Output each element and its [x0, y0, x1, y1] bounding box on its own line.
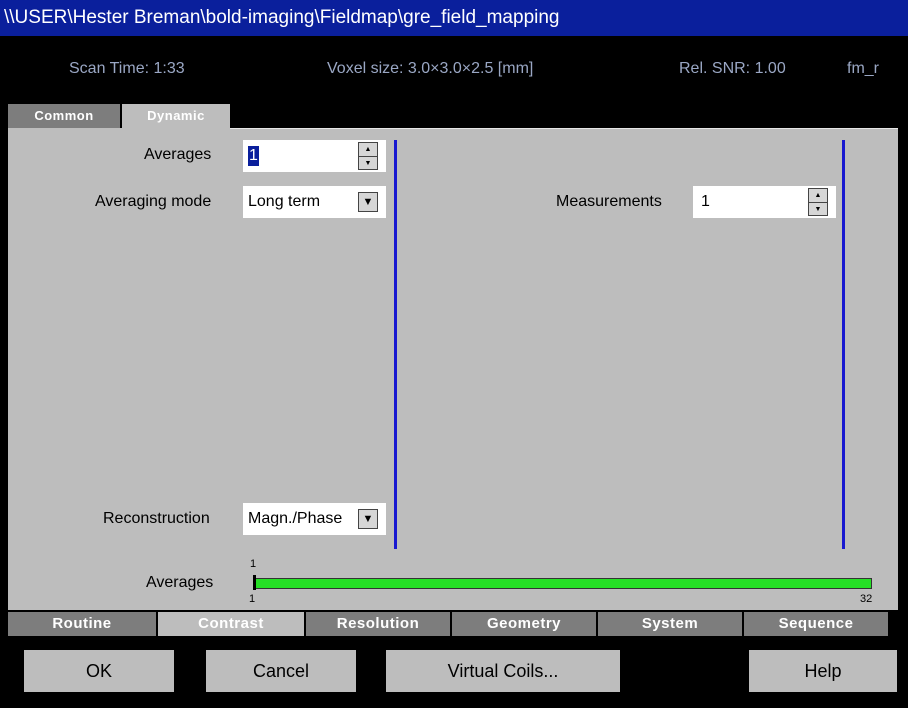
tab-routine[interactable]: Routine — [8, 612, 156, 636]
window-title-bar: \\USER\Hester Breman\bold-imaging\Fieldm… — [0, 0, 908, 36]
tab-system[interactable]: System — [598, 612, 742, 636]
ok-button[interactable]: OK — [24, 650, 174, 692]
virtual-coils-button[interactable]: Virtual Coils... — [386, 650, 620, 692]
measurements-label: Measurements — [556, 193, 662, 210]
measurements-stepper[interactable]: ▲ ▼ — [808, 188, 828, 216]
help-button[interactable]: Help — [749, 650, 897, 692]
averages-spinbox[interactable]: 1 ▲ ▼ — [243, 140, 386, 172]
column-divider-right — [842, 140, 845, 549]
spin-down-icon[interactable]: ▼ — [809, 203, 827, 216]
cancel-button[interactable]: Cancel — [206, 650, 356, 692]
reconstruction-value: Magn./Phase — [248, 510, 343, 527]
averaging-mode-label: Averaging mode — [95, 193, 212, 210]
averages-value[interactable]: 1 — [248, 146, 259, 166]
tab-contrast[interactable]: Contrast — [158, 612, 304, 636]
slider-label: Averages — [146, 574, 214, 591]
spin-up-icon[interactable]: ▲ — [809, 189, 827, 203]
protocol-name-text: fm_r — [847, 60, 879, 77]
tab-common[interactable]: Common — [8, 104, 120, 128]
rel-snr-text: Rel. SNR: 1.00 — [679, 60, 786, 77]
averages-slider-track[interactable] — [253, 578, 872, 589]
reconstruction-select[interactable]: Magn./Phase ▼ — [243, 503, 386, 535]
averages-label: Averages — [144, 146, 212, 163]
slider-current-value: 1 — [250, 558, 257, 570]
measurements-spinbox[interactable]: 1 ▲ ▼ — [693, 186, 836, 218]
panel-divider — [230, 128, 898, 129]
tab-dynamic[interactable]: Dynamic — [122, 104, 230, 130]
reconstruction-label: Reconstruction — [103, 510, 210, 527]
tab-sequence[interactable]: Sequence — [744, 612, 888, 636]
measurements-value[interactable]: 1 — [701, 186, 710, 218]
info-bar: Scan Time: 1:33 Voxel size: 3.0×3.0×2.5 … — [0, 36, 908, 102]
averaging-mode-value: Long term — [248, 193, 321, 210]
spin-up-icon[interactable]: ▲ — [359, 143, 377, 157]
averages-slider-thumb[interactable] — [253, 575, 256, 590]
voxel-size-text: Voxel size: 3.0×3.0×2.5 [mm] — [327, 60, 534, 77]
tab-resolution[interactable]: Resolution — [306, 612, 450, 636]
slider-min-label: 1 — [249, 593, 256, 605]
averages-stepper[interactable]: ▲ ▼ — [358, 142, 378, 170]
chevron-down-icon[interactable]: ▼ — [358, 509, 378, 529]
slider-max-label: 32 — [860, 593, 873, 605]
column-divider-left — [394, 140, 397, 549]
chevron-down-icon[interactable]: ▼ — [358, 192, 378, 212]
scan-time-text: Scan Time: 1:33 — [69, 60, 185, 77]
spin-down-icon[interactable]: ▼ — [359, 157, 377, 170]
averaging-mode-select[interactable]: Long term ▼ — [243, 186, 386, 218]
window-title: \\USER\Hester Breman\bold-imaging\Fieldm… — [4, 7, 560, 28]
tab-geometry[interactable]: Geometry — [452, 612, 596, 636]
